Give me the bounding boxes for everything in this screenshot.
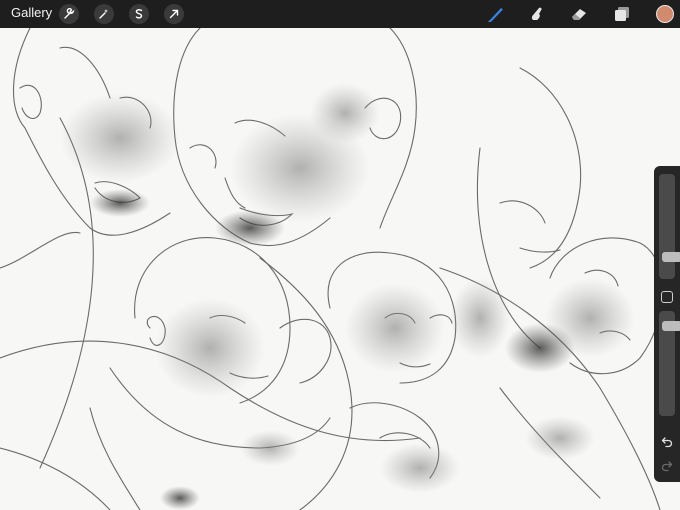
undo-button[interactable]: [659, 434, 675, 450]
brush-icon[interactable]: [486, 4, 506, 24]
opacity-slider-thumb[interactable]: [662, 321, 680, 331]
wrench-icon[interactable]: [59, 4, 79, 24]
brush-size-slider-thumb[interactable]: [662, 252, 680, 262]
layers-icon[interactable]: [612, 4, 632, 24]
sketch-artwork: [0, 28, 664, 510]
drawing-canvas[interactable]: [0, 28, 680, 510]
magic-wand-icon[interactable]: [94, 4, 114, 24]
brush-size-slider[interactable]: [659, 174, 680, 279]
smudge-icon[interactable]: [527, 4, 547, 24]
gallery-button[interactable]: Gallery: [11, 5, 52, 20]
redo-button[interactable]: [659, 458, 675, 474]
redo-icon: [661, 461, 673, 472]
color-picker-button[interactable]: [656, 5, 674, 23]
eraser-icon[interactable]: [569, 4, 589, 24]
brush-sidebar: [654, 166, 680, 482]
transform-icon[interactable]: [164, 4, 184, 24]
modify-button[interactable]: [661, 291, 673, 303]
selection-icon[interactable]: [129, 4, 149, 24]
opacity-slider[interactable]: [659, 311, 680, 416]
undo-icon: [661, 437, 673, 448]
top-toolbar: Gallery: [0, 0, 680, 28]
